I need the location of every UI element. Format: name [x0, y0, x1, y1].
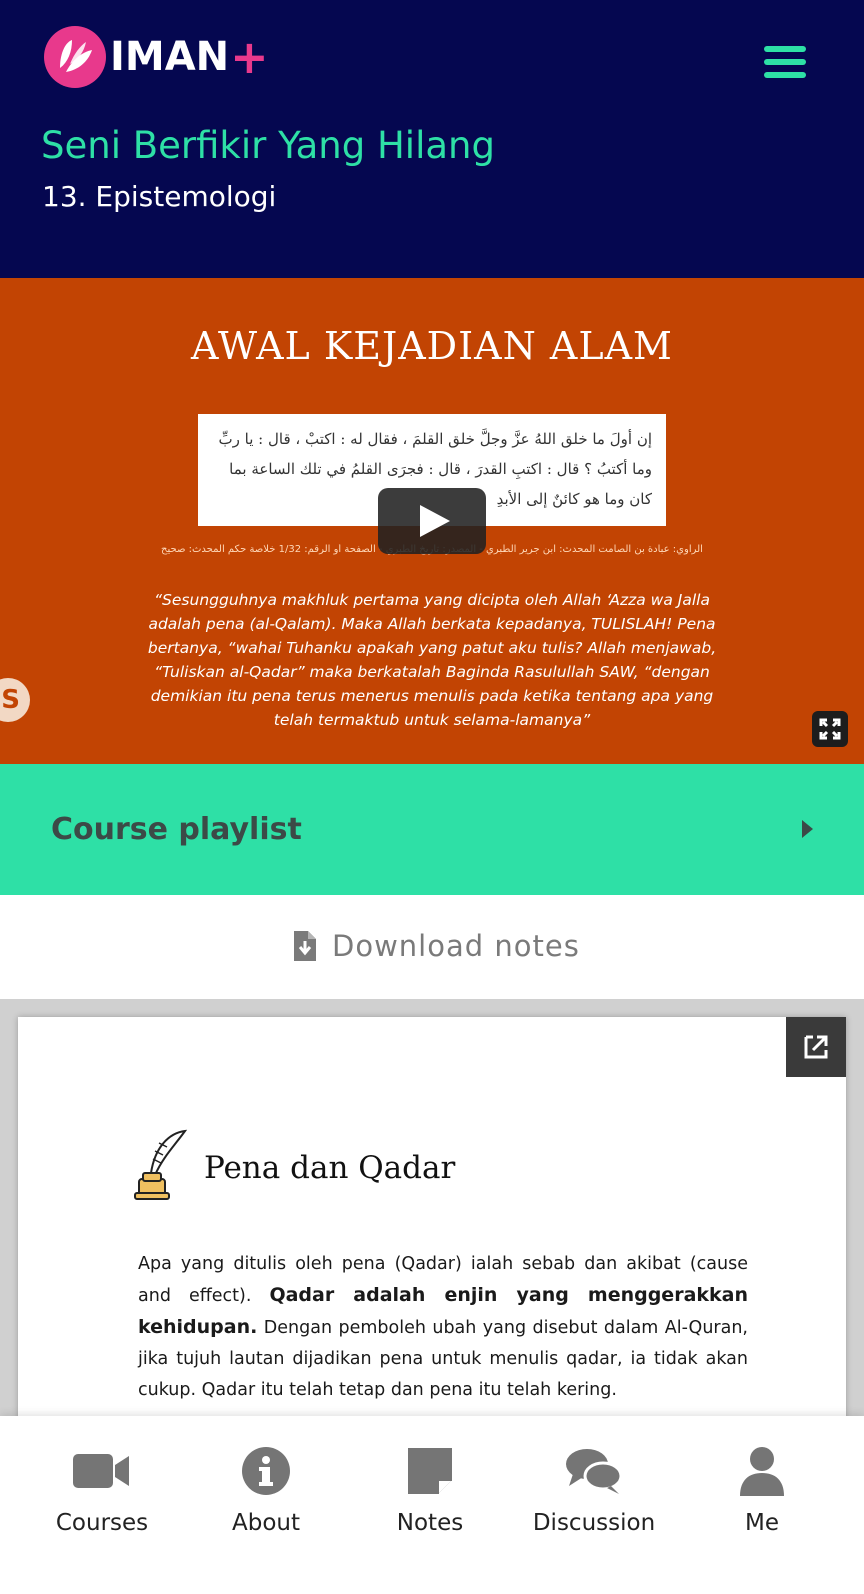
nav-item-courses[interactable]: Courses: [20, 1446, 184, 1536]
nav-item-about[interactable]: About: [184, 1446, 348, 1536]
lesson-title: 13. Epistemologi: [42, 180, 277, 213]
hadith-translation: “Sesungguhnya makhluk pertama yang dicip…: [147, 591, 717, 729]
video-player[interactable]: AWAL KEJADIAN ALAM إن أولَ ما خلق اللهُ …: [0, 278, 864, 764]
download-notes-label: Download notes: [332, 929, 580, 963]
bottom-navigation: Courses About Notes Discussion Me: [0, 1416, 864, 1594]
nav-item-discussion[interactable]: Discussion: [512, 1446, 676, 1536]
note-body: Apa yang ditulis oleh pena (Qadar) ialah…: [138, 1249, 748, 1406]
play-button[interactable]: [378, 488, 486, 554]
nav-label-discussion: Discussion: [532, 1510, 656, 1536]
side-badge: S: [0, 678, 30, 722]
notes-viewer[interactable]: Pena dan Qadar Apa yang ditulis oleh pen…: [0, 999, 864, 1437]
info-icon: [242, 1447, 290, 1495]
download-notes-section: Download notes: [0, 895, 864, 999]
nav-label-about: About: [231, 1510, 300, 1536]
fullscreen-button[interactable]: [812, 711, 848, 747]
iman-plus-logo[interactable]: IMAN +: [44, 26, 269, 88]
slide-title: AWAL KEJADIAN ALAM: [191, 324, 673, 368]
note-heading: Pena dan Qadar: [204, 1150, 456, 1186]
nav-label-me: Me: [745, 1510, 779, 1536]
course-playlist-label: Course playlist: [51, 812, 302, 847]
hamburger-menu-icon[interactable]: [764, 46, 806, 78]
fullscreen-icon: [819, 718, 841, 740]
course-title: Seni Berfikir Yang Hilang: [41, 124, 495, 167]
quill-ink-icon: [134, 1129, 188, 1200]
chevron-right-icon: [802, 820, 813, 838]
app-header: IMAN + Seni Berfikir Yang Hilang 13. Epis…: [0, 0, 864, 278]
open-external-icon: [804, 1035, 828, 1059]
course-playlist-bar[interactable]: Course playlist: [0, 764, 864, 895]
video-camera-icon: [73, 1454, 129, 1488]
nav-item-notes[interactable]: Notes: [348, 1446, 512, 1536]
notes-page: Pena dan Qadar Apa yang ditulis oleh pen…: [18, 1017, 846, 1437]
nav-label-courses: Courses: [55, 1510, 149, 1536]
open-external-button[interactable]: [786, 1017, 846, 1077]
brand-plus: +: [230, 30, 269, 84]
logo-leaf-icon: [44, 26, 106, 88]
brand-name: IMAN: [110, 34, 230, 80]
file-download-icon: [294, 931, 316, 961]
nav-label-notes: Notes: [396, 1510, 464, 1536]
play-icon: [420, 505, 450, 537]
user-icon: [740, 1447, 784, 1496]
sticky-note-icon: [408, 1448, 452, 1494]
download-notes-button[interactable]: Download notes: [294, 929, 580, 963]
chat-bubbles-icon: [566, 1449, 623, 1494]
nav-item-me[interactable]: Me: [680, 1446, 844, 1536]
